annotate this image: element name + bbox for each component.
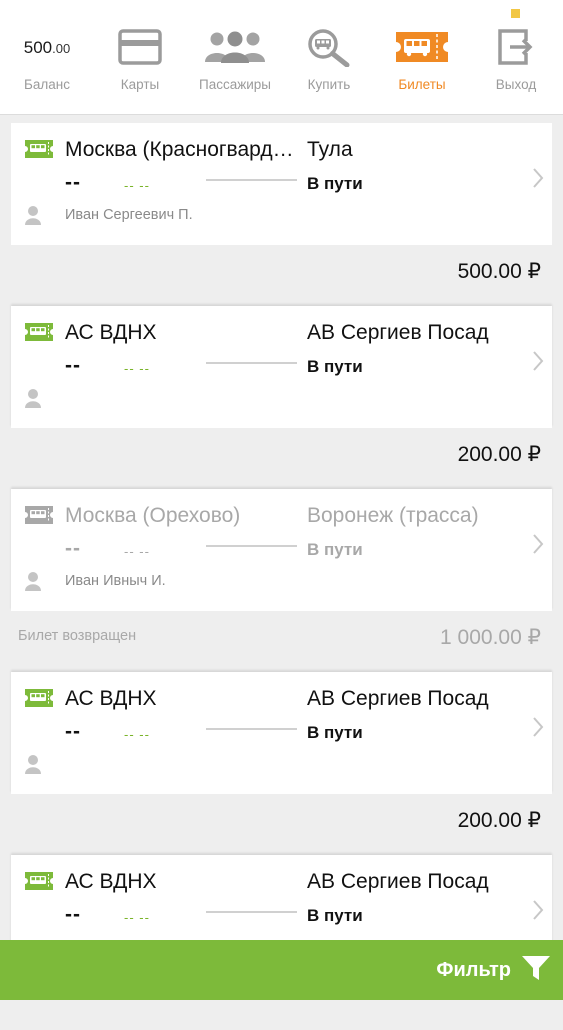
departure-date: -- -- [124, 544, 150, 559]
ticket-price: 1 000.00 ₽ [440, 626, 541, 649]
top-navigation: 500.00 Баланс Карты Пассажиры Купить Бил… [0, 0, 563, 115]
ticket-icon [382, 24, 462, 70]
chevron-right-icon [532, 716, 544, 743]
filter-bar: Фильтр [0, 940, 563, 1000]
nav-cards-label: Карты [120, 77, 160, 92]
nav-tickets[interactable]: Билеты [382, 0, 462, 114]
departure-station: АС ВДНХ [65, 321, 157, 344]
trip-status: В пути [307, 540, 363, 559]
ticket-price: 200.00 ₽ [457, 443, 541, 466]
trip-status: В пути [307, 723, 363, 742]
ticket-price: 500.00 ₽ [457, 260, 541, 283]
route-line [206, 545, 297, 547]
nav-exit[interactable]: Выход [478, 0, 554, 114]
departure-time: -- [65, 354, 81, 377]
arrival-station: Тула [307, 138, 353, 161]
bus-ticket-icon [24, 505, 54, 530]
nav-buy-label: Купить [307, 77, 351, 92]
departure-time: -- [65, 171, 81, 194]
nav-balance-label: Баланс [24, 77, 70, 92]
nav-cards[interactable]: Карты [101, 0, 179, 114]
passenger-name: Иван Сергеевич П. [65, 207, 193, 223]
person-icon [24, 571, 42, 596]
person-icon [24, 388, 42, 413]
nav-balance[interactable]: 500.00 Баланс [8, 0, 86, 114]
ticket-returned-note: Билет возвращен [18, 628, 137, 644]
nav-passengers-label: Пассажиры [198, 77, 271, 92]
route-line [206, 362, 297, 364]
passengers-icon [192, 24, 278, 70]
ticket-item: АС ВДНХ АВ Сергиев Посад -- -- -- В пути [0, 847, 563, 1030]
trip-status: В пути [307, 357, 363, 376]
route-line [206, 179, 297, 181]
arrival-station: АВ Сергиев Посад [307, 687, 489, 710]
card-icon [101, 24, 179, 70]
ticket-card[interactable]: Москва (Красногвардейская) Тула -- -- --… [11, 123, 552, 245]
nav-passengers[interactable]: Пассажиры [192, 0, 278, 114]
route-line [206, 911, 297, 913]
bus-ticket-icon [24, 322, 54, 347]
trip-status: В пути [307, 174, 363, 193]
nav-tickets-label: Билеты [398, 77, 446, 92]
departure-station: Москва (Красногвардейская) [65, 138, 301, 161]
ticket-item: АС ВДНХ АВ Сергиев Посад -- -- -- В пути… [0, 298, 563, 481]
ticket-card[interactable]: Москва (Орехово) Воронеж (трасса) -- -- … [11, 489, 552, 611]
ticket-card[interactable]: АС ВДНХ АВ Сергиев Посад -- -- -- В пути [11, 672, 552, 794]
nav-buy[interactable]: Купить [291, 0, 367, 114]
trip-status: В пути [307, 906, 363, 925]
filter-label: Фильтр [436, 958, 511, 981]
chevron-right-icon [532, 167, 544, 194]
search-bus-icon [291, 24, 367, 70]
departure-time: -- [65, 720, 81, 743]
ticket-item: АС ВДНХ АВ Сергиев Посад -- -- -- В пути… [0, 664, 563, 847]
person-icon [24, 754, 42, 779]
exit-icon [478, 24, 554, 70]
bus-ticket-icon [24, 139, 54, 164]
departure-time: -- [65, 537, 81, 560]
filter-button[interactable]: Фильтр [436, 940, 551, 1000]
chevron-right-icon [532, 899, 544, 926]
departure-station: АС ВДНХ [65, 870, 157, 893]
route-line [206, 728, 297, 730]
departure-date: -- -- [124, 178, 150, 193]
departure-time: -- [65, 903, 81, 926]
arrival-station: АВ Сергиев Посад [307, 321, 489, 344]
ticket-list: Москва (Красногвардейская) Тула -- -- --… [0, 115, 563, 1030]
ticket-item: Москва (Красногвардейская) Тула -- -- --… [0, 115, 563, 298]
passenger-name: Иван Ивныч И. [65, 573, 166, 589]
ticket-card[interactable]: АС ВДНХ АВ Сергиев Посад -- -- -- В пути [11, 306, 552, 428]
arrival-station: АВ Сергиев Посад [307, 870, 489, 893]
departure-date: -- -- [124, 727, 150, 742]
chevron-right-icon [532, 533, 544, 560]
chevron-right-icon [532, 350, 544, 377]
bus-ticket-icon [24, 688, 54, 713]
nav-exit-label: Выход [495, 77, 537, 92]
person-icon [24, 205, 42, 230]
bus-ticket-icon [24, 871, 54, 896]
departure-station: АС ВДНХ [65, 687, 157, 710]
ticket-price: 200.00 ₽ [457, 809, 541, 832]
ticket-item: Москва (Орехово) Воронеж (трасса) -- -- … [0, 481, 563, 664]
departure-date: -- -- [124, 361, 150, 376]
balance-amount: 500.00 [23, 38, 71, 57]
departure-date: -- -- [124, 910, 150, 925]
filter-icon [521, 954, 551, 987]
arrival-station: Воронеж (трасса) [307, 504, 479, 527]
departure-station: Москва (Орехово) [65, 504, 241, 527]
